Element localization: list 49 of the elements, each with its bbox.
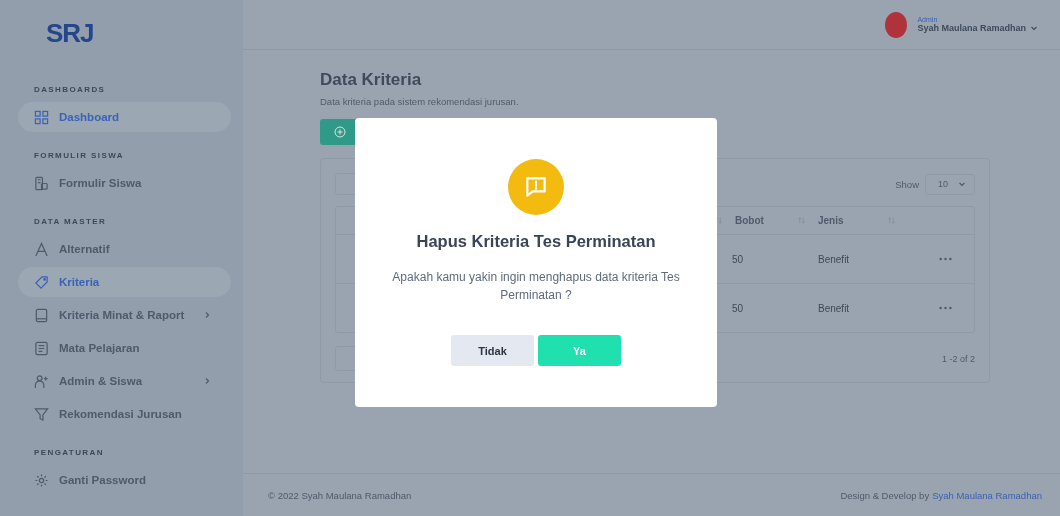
section-title: DASHBOARDS — [33, 84, 107, 96]
alert-message-icon — [523, 174, 549, 200]
table-cell: Benefit — [818, 253, 850, 265]
avatar[interactable] — [885, 11, 908, 38]
sidebar-item[interactable]: Kriteria Minat & Raport — [18, 300, 231, 330]
dialog-message: Apakah kamu yakin ingin menghapus data kriteria Tes Perminatan ? — [391, 269, 681, 304]
table-cell: 50 — [732, 302, 744, 314]
table-cell: Benefit — [818, 302, 850, 314]
form-icon — [34, 175, 49, 191]
book-icon — [34, 307, 49, 323]
page-size-select[interactable]: 10 — [925, 173, 975, 195]
section-title: FORMULIR SISWA — [33, 150, 125, 162]
user-menu[interactable]: Syah Maulana Ramadhan — [917, 23, 1038, 33]
more-icon[interactable] — [939, 306, 952, 310]
column-header[interactable]: Bobot — [735, 215, 764, 226]
filter-icon — [34, 406, 49, 422]
author-link[interactable]: Syah Maulana Ramadhan — [932, 489, 1042, 501]
sidebar-item[interactable]: Alternatif — [18, 234, 231, 264]
sidebar-item[interactable]: Mata Pelajaran — [18, 333, 231, 363]
more-icon[interactable] — [939, 257, 952, 261]
show-label: Show — [895, 178, 919, 190]
cancel-button[interactable]: Tidak — [451, 335, 534, 366]
table-cell: 50 — [732, 253, 744, 265]
dialog-title: Hapus Kriteria Tes Perminatan — [416, 232, 656, 251]
sidebar-item[interactable]: Ganti Password — [18, 465, 231, 495]
pagination-range: 1 -2 of 2 — [941, 353, 975, 364]
page-subtitle: Data kriteria pada sistem rekomendasi jurusan. — [320, 96, 520, 107]
app-logo[interactable]: SRJ — [18, 0, 231, 69]
copyright-text: © 2022 Syah Maulana Ramadhan — [268, 489, 412, 501]
confirm-button[interactable]: Ya — [538, 335, 621, 366]
document-icon — [34, 340, 49, 356]
sidebar-item[interactable]: Formulir Siswa — [18, 168, 231, 198]
sidebar-item[interactable]: Rekomendasi Jurusan — [18, 399, 231, 429]
page-title: Data Kriteria — [320, 70, 423, 90]
letter-icon — [34, 241, 49, 257]
section-title: PENGATURAN — [33, 447, 105, 459]
add-user-icon — [34, 373, 49, 389]
sidebar-item[interactable]: Dashboard — [18, 102, 231, 132]
sidebar-item[interactable]: Kriteria — [18, 267, 231, 297]
column-header[interactable]: Jenis — [818, 215, 844, 226]
credit-text: Design & Develop by — [840, 489, 930, 501]
tag-icon — [34, 274, 49, 290]
grid-icon — [34, 109, 49, 125]
settings-icon — [34, 472, 49, 488]
section-title: DATA MASTER — [33, 216, 108, 228]
chevron-down-icon — [958, 180, 966, 188]
add-icon — [334, 126, 346, 138]
chevron-down-icon — [1030, 24, 1038, 32]
sidebar-item[interactable]: Admin & Siswa — [18, 366, 231, 396]
